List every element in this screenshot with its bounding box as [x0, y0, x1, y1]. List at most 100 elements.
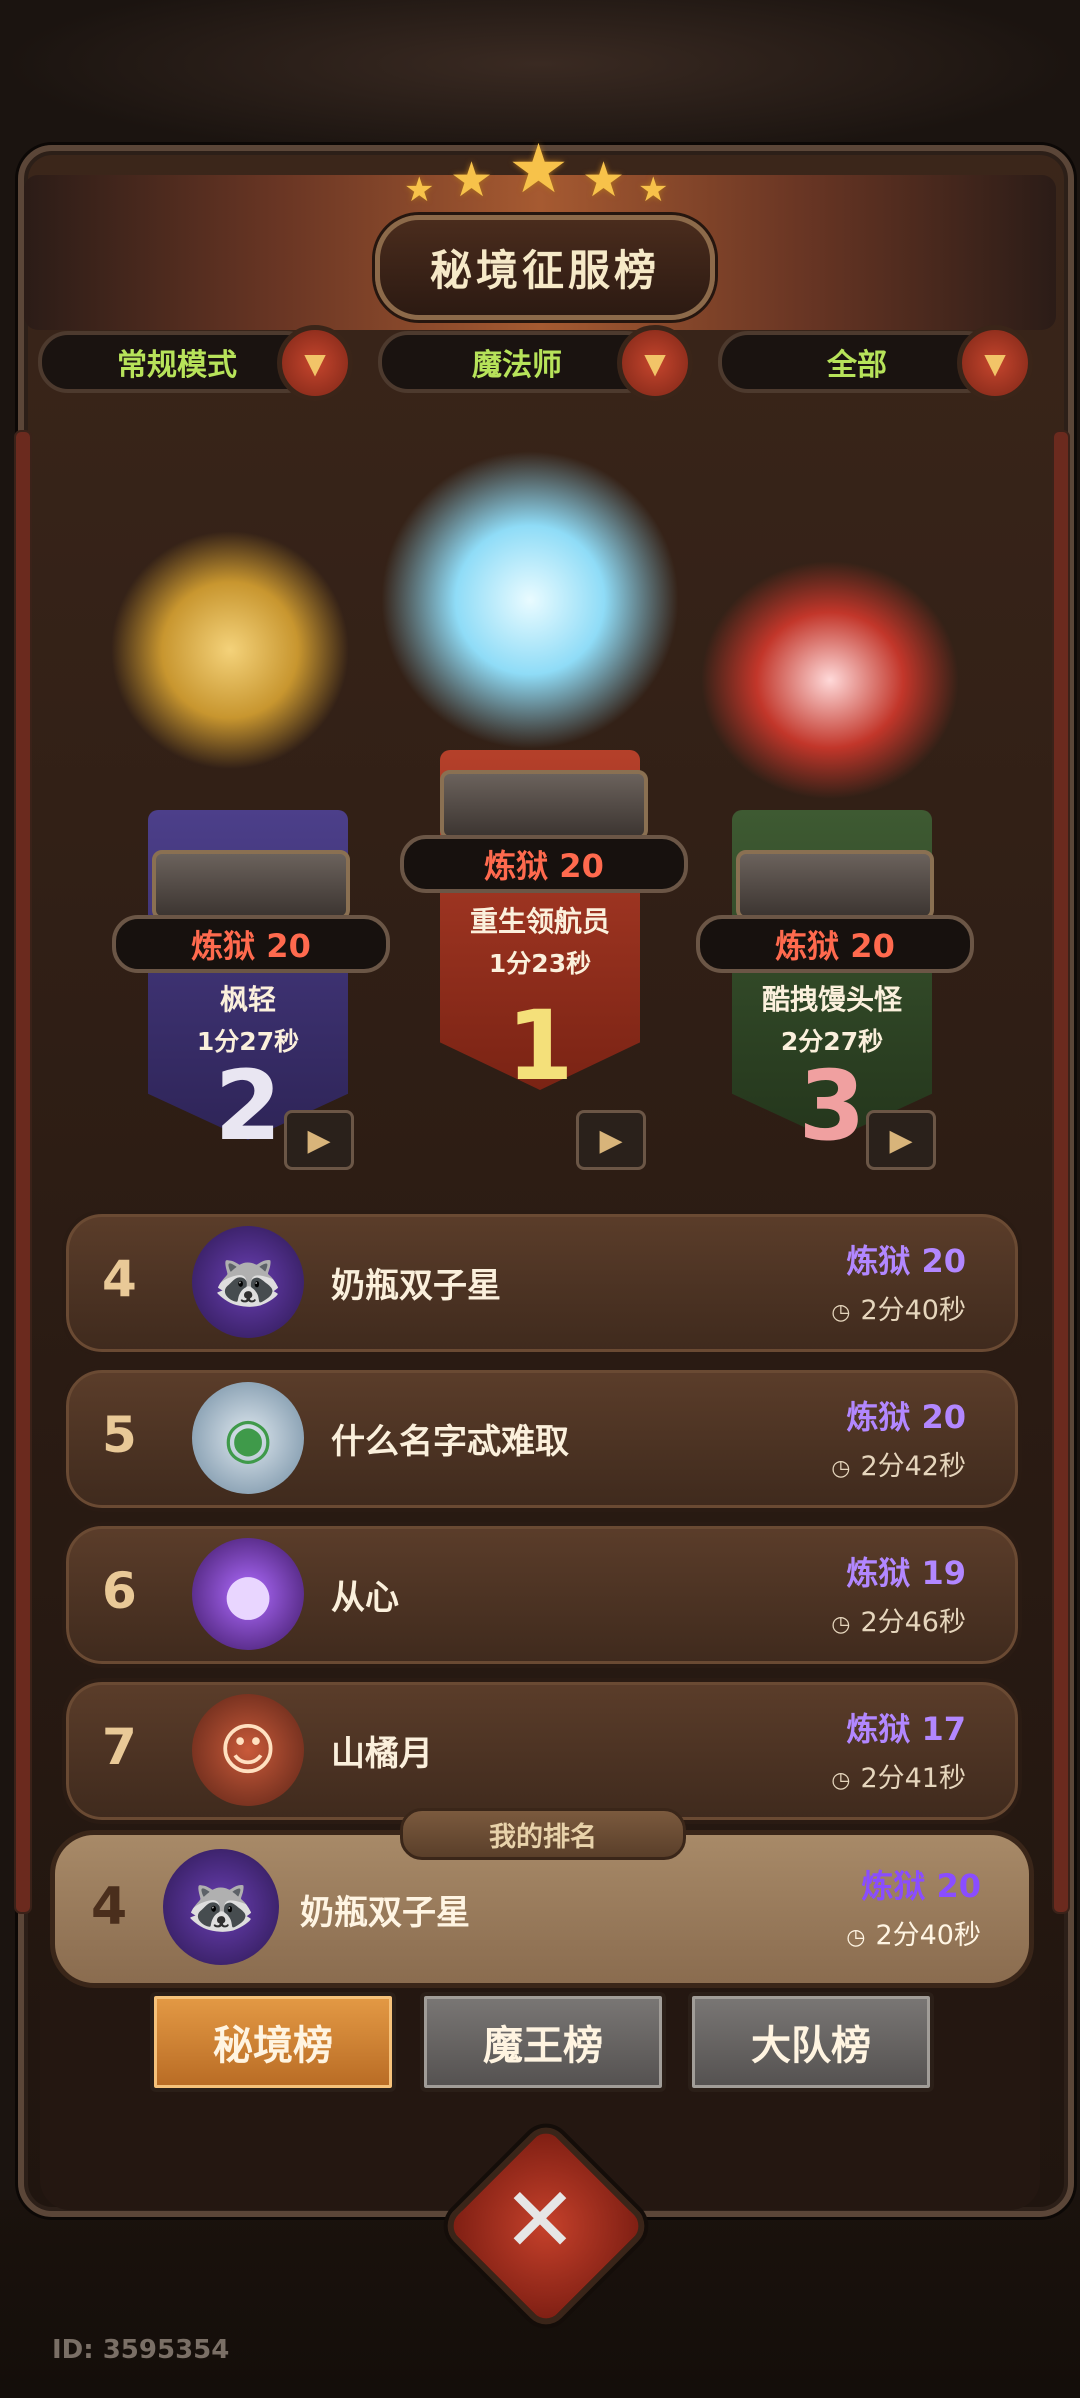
second-place-pillar-cap	[152, 850, 350, 920]
second-place-number: 2	[214, 1050, 282, 1162]
filter-mode-dropdown-button[interactable]: ▼	[277, 325, 353, 401]
purple-orb-avatar-icon[interactable]: ●	[192, 1538, 304, 1650]
row-rank: 6	[102, 1562, 137, 1620]
filter-class-pill[interactable]: 魔法师	[378, 331, 656, 393]
right-frame-bar	[1052, 430, 1070, 1914]
leaderboard-row[interactable]: 5 ◉ 什么名字忒难取 炼狱 20 ◷ 2分42秒	[62, 1366, 1022, 1512]
tab-demon-king[interactable]: 魔王榜	[420, 1992, 666, 2092]
clock-icon: ◷	[831, 1768, 851, 1793]
clock-icon: ◷	[846, 1925, 866, 1950]
leaderboard-row[interactable]: 4 🦝 奶瓶双子星 炼狱 20 ◷ 2分40秒	[62, 1210, 1022, 1356]
clock-icon: ◷	[831, 1612, 851, 1637]
row-player-name: 从心	[331, 1578, 399, 1618]
row-player-name: 奶瓶双子星	[331, 1266, 501, 1306]
star-icon: ★	[404, 170, 435, 210]
third-place-rank-tag: 炼狱 20	[696, 915, 974, 973]
third-place-rank-text: 炼狱 20	[775, 927, 895, 965]
second-place-replay-button[interactable]: ▶	[284, 1110, 354, 1170]
raccoon-avatar-icon[interactable]: 🦝	[192, 1226, 304, 1338]
first-place-rank-tag: 炼狱 20	[400, 835, 688, 893]
row-level: 炼狱 19	[846, 1554, 966, 1592]
clock-icon: ◷	[831, 1456, 851, 1481]
my-rank-level: 炼狱 20	[861, 1867, 981, 1905]
video-camera-icon: ▶	[307, 1122, 331, 1158]
board-title: 秘境征服榜	[429, 246, 660, 295]
my-rank-time: ◷ 2分40秒	[846, 1913, 981, 1952]
chevron-down-icon: ▼	[984, 346, 1006, 380]
row-time-value: 2分42秒	[860, 1451, 966, 1482]
row-time: ◷ 2分41秒	[831, 1756, 966, 1795]
first-place-pillar-cap	[440, 770, 648, 840]
first-place-name: 重生领航员	[469, 905, 610, 938]
third-place-pillar-cap	[736, 850, 934, 920]
leaderboard-row[interactable]: 7 ☺ 山橘月 炼狱 17 ◷ 2分41秒	[62, 1678, 1022, 1824]
tab-secret-realm[interactable]: 秘境榜	[150, 1992, 396, 2092]
star-icon: ★	[508, 130, 569, 209]
tab-squad-label: 大队榜	[751, 2023, 871, 2069]
second-place-hero-avatar[interactable]	[110, 530, 350, 770]
row-rank: 4	[102, 1250, 137, 1308]
row-player-name: 什么名字忒难取	[331, 1422, 569, 1462]
my-rank-label-text: 我的排名	[489, 1821, 597, 1853]
filter-mode[interactable]: 常规模式 ▼	[38, 325, 353, 401]
leaderboard-row[interactable]: 6 ● 从心 炼狱 19 ◷ 2分46秒	[62, 1522, 1022, 1668]
third-place-replay-button[interactable]: ▶	[866, 1110, 936, 1170]
chevron-down-icon: ▼	[304, 346, 326, 380]
star-icon: ★	[450, 152, 494, 208]
filter-mode-pill[interactable]: 常规模式	[38, 331, 316, 393]
filter-mode-label: 常规模式	[117, 348, 237, 383]
board-title-plate: 秘境征服榜	[375, 215, 715, 320]
row-time: ◷ 2分46秒	[831, 1600, 966, 1639]
second-place-rank-text: 炼狱 20	[191, 927, 311, 965]
filter-class[interactable]: 魔法师 ▼	[378, 325, 693, 401]
third-place-hero-avatar[interactable]	[700, 560, 960, 800]
tab-secret-realm-label: 秘境榜	[213, 2023, 333, 2069]
my-rank-number: 4	[91, 1877, 128, 1937]
first-place-time: 1分23秒	[488, 949, 592, 978]
podium: 炼狱 20 枫轻 1分27秒 2 ▶ 炼狱 20 重生领航员 1分23秒 1 ▶…	[40, 410, 1040, 1170]
my-rank-label: 我的排名	[400, 1808, 686, 1860]
video-camera-icon: ▶	[599, 1122, 623, 1158]
row-time: ◷ 2分40秒	[831, 1288, 966, 1327]
player-id: ID: 3595354	[52, 2335, 230, 2365]
row-level: 炼狱 17	[846, 1710, 966, 1748]
star-icon: ★	[582, 152, 626, 208]
row-time-value: 2分46秒	[860, 1607, 966, 1638]
clown-avatar-icon[interactable]: ☺	[192, 1694, 304, 1806]
my-rank-time-value: 2分40秒	[875, 1920, 981, 1951]
row-rank: 5	[102, 1406, 137, 1464]
close-icon[interactable]: ✕	[470, 2150, 610, 2290]
filter-class-dropdown-button[interactable]: ▼	[617, 325, 693, 401]
row-level: 炼狱 20	[846, 1398, 966, 1436]
stars-decoration: ★ ★ ★ ★ ★	[400, 130, 680, 210]
star-icon: ★	[638, 170, 669, 210]
row-level: 炼狱 20	[846, 1242, 966, 1280]
tab-demon-king-label: 魔王榜	[483, 2023, 603, 2069]
first-place-hero-avatar[interactable]	[380, 450, 680, 750]
first-place-number: 1	[506, 990, 574, 1102]
row-time-value: 2分41秒	[860, 1763, 966, 1794]
first-place-replay-button[interactable]: ▶	[576, 1110, 646, 1170]
second-place-name: 枫轻	[219, 983, 276, 1016]
chevron-down-icon: ▼	[644, 346, 666, 380]
row-rank: 7	[102, 1718, 137, 1776]
left-frame-bar	[14, 430, 32, 1914]
filter-class-label: 魔法师	[472, 348, 562, 383]
row-player-name: 山橘月	[331, 1734, 433, 1774]
clock-icon: ◷	[831, 1300, 851, 1325]
third-place-number: 3	[798, 1050, 866, 1162]
filter-scope-label: 全部	[827, 348, 887, 383]
astronaut-avatar-icon[interactable]: ◉	[192, 1382, 304, 1494]
row-time: ◷ 2分42秒	[831, 1444, 966, 1483]
filter-scope-pill[interactable]: 全部	[718, 331, 996, 393]
second-place-rank-tag: 炼狱 20	[112, 915, 390, 973]
filter-scope[interactable]: 全部 ▼	[718, 325, 1033, 401]
third-place-name: 酷拽馒头怪	[761, 983, 902, 1016]
video-camera-icon: ▶	[889, 1122, 913, 1158]
row-time-value: 2分40秒	[860, 1295, 966, 1326]
raccoon-avatar-icon[interactable]: 🦝	[163, 1849, 279, 1965]
first-place-rank-text: 炼狱 20	[484, 847, 604, 885]
tab-squad[interactable]: 大队榜	[688, 1992, 934, 2092]
my-rank-player-name: 奶瓶双子星	[300, 1893, 470, 1933]
filter-scope-dropdown-button[interactable]: ▼	[957, 325, 1033, 401]
